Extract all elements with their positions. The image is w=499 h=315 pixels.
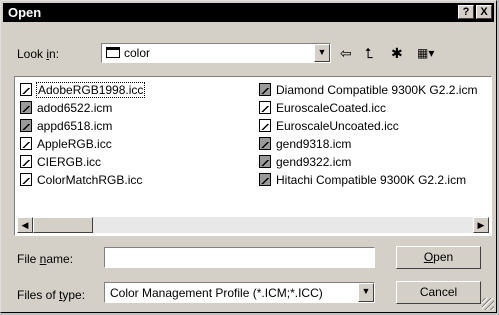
file-item[interactable]: gend9318.icm	[257, 135, 477, 153]
file-name: AppleRGB.icc	[37, 137, 112, 151]
file-item[interactable]: Hitachi Compatible 9300K G2.2.icm	[257, 171, 477, 189]
file-item[interactable]: CIERGB.icc	[18, 153, 144, 171]
filetype-select[interactable]: Color Management Profile (*.ICM;*.ICC) ▼	[104, 282, 375, 303]
file-item[interactable]: adod6522.icm	[18, 99, 144, 117]
color-profile-icon	[20, 173, 32, 186]
file-name: gend9322.icm	[276, 155, 352, 169]
scroll-thumb[interactable]	[33, 217, 93, 233]
color-profile-icon	[20, 119, 32, 132]
filename-input[interactable]	[104, 247, 375, 268]
file-item[interactable]: AppleRGB.icc	[18, 135, 144, 153]
file-item[interactable]: Diamond Compatible 9300K G2.2.icm	[257, 81, 477, 99]
title-bar[interactable]: Open ? X	[3, 3, 494, 22]
color-profile-icon	[20, 101, 32, 114]
file-item[interactable]: EuroscaleCoated.icc	[257, 99, 477, 117]
file-item[interactable]: appd6518.icm	[18, 117, 144, 135]
cancel-button[interactable]: Cancel	[396, 281, 481, 304]
file-name: adod6522.icm	[37, 101, 113, 115]
help-button[interactable]: ?	[458, 5, 474, 19]
file-name: EuroscaleCoated.icc	[276, 101, 387, 115]
file-list[interactable]: AdobeRGB1998.icc adod6522.icm appd6518.icm…	[14, 76, 492, 236]
chevron-down-icon[interactable]: ▼	[314, 44, 330, 62]
file-name: EuroscaleUncoated.icc	[276, 119, 399, 133]
back-icon[interactable]: ⇦	[340, 44, 352, 62]
file-name: CIERGB.icc	[37, 155, 102, 169]
resize-grip-icon[interactable]	[482, 298, 494, 310]
color-profile-icon	[259, 137, 271, 150]
file-item[interactable]: ColorMatchRGB.icc	[18, 171, 144, 189]
color-profile-icon	[259, 119, 271, 132]
color-profile-icon	[259, 83, 271, 96]
scroll-right-icon[interactable]: ▶	[473, 217, 489, 233]
open-button[interactable]: Open	[396, 246, 481, 269]
color-profile-icon	[259, 155, 271, 168]
file-name: appd6518.icm	[37, 119, 113, 133]
view-menu-icon[interactable]: ▦▾	[417, 44, 434, 62]
file-name: AdobeRGB1998.icc	[35, 82, 146, 98]
filetype-value: Color Management Profile (*.ICM;*.ICC)	[110, 286, 323, 300]
dialog-title: Open	[8, 5, 42, 20]
file-item[interactable]: gend9322.icm	[257, 153, 477, 171]
file-item[interactable]: AdobeRGB1998.icc	[18, 81, 146, 99]
file-name: ColorMatchRGB.icc	[37, 173, 143, 187]
file-name: Hitachi Compatible 9300K G2.2.icm	[276, 173, 467, 187]
lookin-dropdown[interactable]: color ▼	[101, 43, 331, 63]
file-item[interactable]: EuroscaleUncoated.icc	[257, 117, 477, 135]
file-column-right: Diamond Compatible 9300K G2.2.icm Eurosca…	[257, 81, 477, 189]
color-profile-icon	[20, 83, 32, 96]
lookin-label: Look in:	[17, 47, 60, 61]
folder-icon	[106, 47, 120, 58]
color-profile-icon	[259, 101, 271, 114]
file-column-left: AdobeRGB1998.icc adod6522.icm appd6518.icm…	[18, 81, 146, 189]
color-profile-icon	[20, 137, 32, 150]
filename-label: File name:	[17, 252, 74, 266]
scroll-left-icon[interactable]: ◀	[17, 217, 33, 233]
color-profile-icon	[20, 155, 32, 168]
chevron-down-icon[interactable]: ▼	[358, 283, 374, 302]
filetype-label: Files of type:	[17, 288, 86, 302]
file-name: gend9318.icm	[276, 137, 352, 151]
open-dialog: Open ? X Look in: color ▼ ⇦ ⮤ ✱ ▦▾ Adobe…	[0, 0, 497, 313]
new-folder-icon[interactable]: ✱	[391, 44, 403, 62]
file-name: Diamond Compatible 9300K G2.2.icm	[276, 83, 478, 97]
up-folder-icon[interactable]: ⮤	[365, 44, 373, 62]
horizontal-scrollbar[interactable]: ◀ ▶	[17, 217, 489, 233]
color-profile-icon	[259, 173, 271, 186]
lookin-value: color	[124, 46, 151, 60]
close-button[interactable]: X	[476, 5, 492, 19]
